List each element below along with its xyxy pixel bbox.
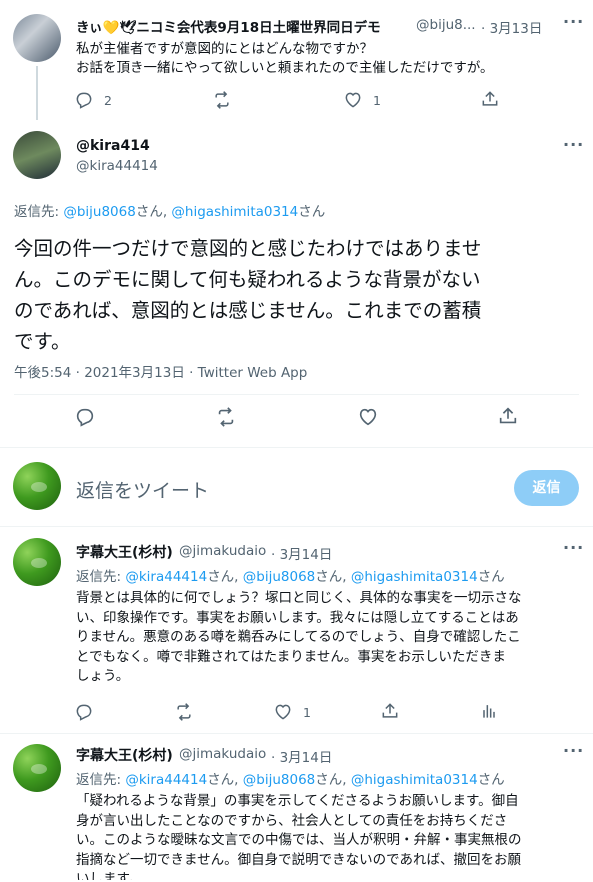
- tweet-text-line: 今回の件一つだけで意図的と感じたわけではありませ: [14, 237, 482, 260]
- divider: [0, 447, 593, 448]
- more-icon[interactable]: ···: [563, 12, 584, 31]
- like-count: 1: [303, 705, 311, 720]
- analytics-icon[interactable]: [479, 701, 499, 725]
- tweet-text-line: 背景とは具体的に何でしょう？塚口と同じく、具体的な事実を一切示さな: [76, 590, 522, 606]
- tweet-date[interactable]: · 3月14日: [271, 746, 332, 766]
- avatar[interactable]: [13, 14, 61, 62]
- reply-to-line: 返信先: @kira44414さん, @biju8068さん, @higashi…: [76, 768, 505, 788]
- mention-link[interactable]: @biju8068: [243, 772, 315, 788]
- share-icon[interactable]: [497, 405, 519, 431]
- tweet-date[interactable]: · 3月14日: [271, 543, 332, 563]
- reply-to-suffix: さん: [298, 204, 326, 220]
- reply-icon[interactable]: [74, 406, 96, 432]
- tweet-text: 「疑われるような背景」の事実を示してくださるようお願いします。御自 身が言い出し…: [76, 792, 522, 880]
- divider: [0, 526, 593, 527]
- tweet-text-line: 身が言い出したことなのですから、社会人としての責任をお持ちくださ: [76, 812, 508, 829]
- like-count: 1: [373, 93, 381, 108]
- like-icon[interactable]: [273, 702, 293, 726]
- tweet-text-line: ん。このデモに関して何も疑われるような背景がない: [14, 268, 481, 291]
- reply-to-separator: さん,: [207, 569, 243, 585]
- reply-to-separator: さん,: [315, 569, 351, 585]
- reply-to-separator: さん,: [135, 204, 172, 220]
- author-name[interactable]: きぃ💛🕊ニコミ会代表9月18日土曜世界同日デモ: [76, 16, 381, 36]
- main-tweet-text: 今回の件一つだけで意図的と感じたわけではありませ ん。このデモに関して何も疑われ…: [14, 233, 481, 357]
- tweet-text-line: です。: [14, 330, 71, 353]
- author-name[interactable]: @kira414: [76, 138, 150, 154]
- reply-input[interactable]: 返信をツイート: [76, 476, 209, 503]
- reply-to-suffix: さん: [477, 772, 505, 788]
- reply-to-separator: さん,: [315, 772, 351, 788]
- reply-to-prefix: 返信先:: [76, 569, 126, 585]
- mention-link[interactable]: @higashimita0314: [171, 204, 298, 220]
- divider: [0, 733, 593, 734]
- more-icon[interactable]: ···: [563, 538, 584, 557]
- author-name[interactable]: 字幕大王(杉村): [76, 745, 173, 765]
- mention-link[interactable]: @kira44414: [125, 569, 207, 585]
- tweet-text-line: とでもなく。噂で非難されてはたまりません。事実をお示しいただきま: [76, 648, 506, 665]
- avatar[interactable]: [13, 538, 61, 586]
- reply-to-suffix: さん: [477, 569, 505, 585]
- retweet-icon[interactable]: [212, 90, 232, 114]
- more-icon[interactable]: ···: [563, 741, 584, 760]
- reply-icon[interactable]: [74, 702, 94, 726]
- tweet-date[interactable]: · 3月13日: [481, 17, 542, 37]
- reply-to-separator: さん,: [207, 772, 243, 788]
- mention-link[interactable]: @biju8068: [63, 204, 135, 220]
- avatar[interactable]: [13, 744, 61, 792]
- mention-link[interactable]: @higashimita0314: [351, 569, 478, 585]
- tweet-text-line: しょう。: [76, 668, 130, 684]
- tweet-text-line: お話を頂き一緒にやって欲しいと頼まれたので主催しただけですが。: [76, 60, 494, 76]
- mention-link[interactable]: @higashimita0314: [351, 772, 478, 788]
- tweet-text-line: りません。悪意のある噂を鵜呑みにしてるのでしょう、自身で確認したこ: [76, 629, 521, 645]
- tweet-text-line: 指摘など一切できません。御自身で説明できないのであれば、撤回をお願: [76, 851, 521, 868]
- reply-to-line: 返信先: @kira44414さん, @biju8068さん, @higashi…: [76, 565, 505, 585]
- like-icon[interactable]: [357, 406, 379, 432]
- avatar[interactable]: [13, 131, 61, 179]
- share-icon[interactable]: [480, 89, 500, 113]
- reply-to-prefix: 返信先:: [14, 204, 64, 220]
- tweet-text-line: のであれば、意図的とは感じません。これまでの蓄積: [14, 299, 482, 322]
- tweet-meta[interactable]: 午後5:54 · 2021年3月13日 · Twitter Web App: [14, 361, 307, 381]
- reply-to-line: 返信先: @biju8068さん, @higashimita0314さん: [14, 200, 325, 220]
- tweet-text: 背景とは具体的に何でしょう？塚口と同じく、具体的な事実を一切示さな い、印象操作…: [76, 589, 522, 687]
- author-handle[interactable]: @jimakudaio: [179, 746, 266, 762]
- mention-link[interactable]: @biju8068: [243, 569, 315, 585]
- share-icon[interactable]: [380, 701, 400, 725]
- reply-count: 2: [104, 93, 112, 108]
- tweet-text-line: い。このような曖昧な文言での中傷では、当人が釈明・弁解・事実無根の: [76, 832, 522, 848]
- reply-to-prefix: 返信先:: [76, 772, 126, 788]
- mention-link[interactable]: @kira44414: [125, 772, 207, 788]
- retweet-icon[interactable]: [174, 702, 194, 726]
- tweet-text-line: 私が主催者ですが意図的にとはどんな物ですか？: [76, 41, 373, 57]
- retweet-icon[interactable]: [215, 406, 237, 432]
- like-icon[interactable]: [343, 90, 363, 114]
- reply-icon[interactable]: [74, 90, 94, 114]
- more-icon[interactable]: ···: [563, 135, 584, 154]
- tweet-text-line: 「疑われるような背景」の事実を示してくださるようお願いします。御自: [76, 793, 519, 809]
- reply-button[interactable]: 返信: [514, 470, 579, 506]
- author-handle[interactable]: @jimakudaio: [179, 543, 266, 559]
- divider: [14, 394, 579, 395]
- tweet-text-line: いします。: [76, 871, 143, 880]
- thread-line: [36, 66, 38, 120]
- author-handle[interactable]: @biju8...: [416, 17, 476, 33]
- avatar[interactable]: [13, 462, 61, 510]
- tweet-text-line: い、印象操作です。事実をお願いします。我々には隠し立てすることはあ: [76, 609, 519, 626]
- author-name[interactable]: 字幕大王(杉村): [76, 542, 173, 562]
- author-handle[interactable]: @kira44414: [76, 158, 158, 174]
